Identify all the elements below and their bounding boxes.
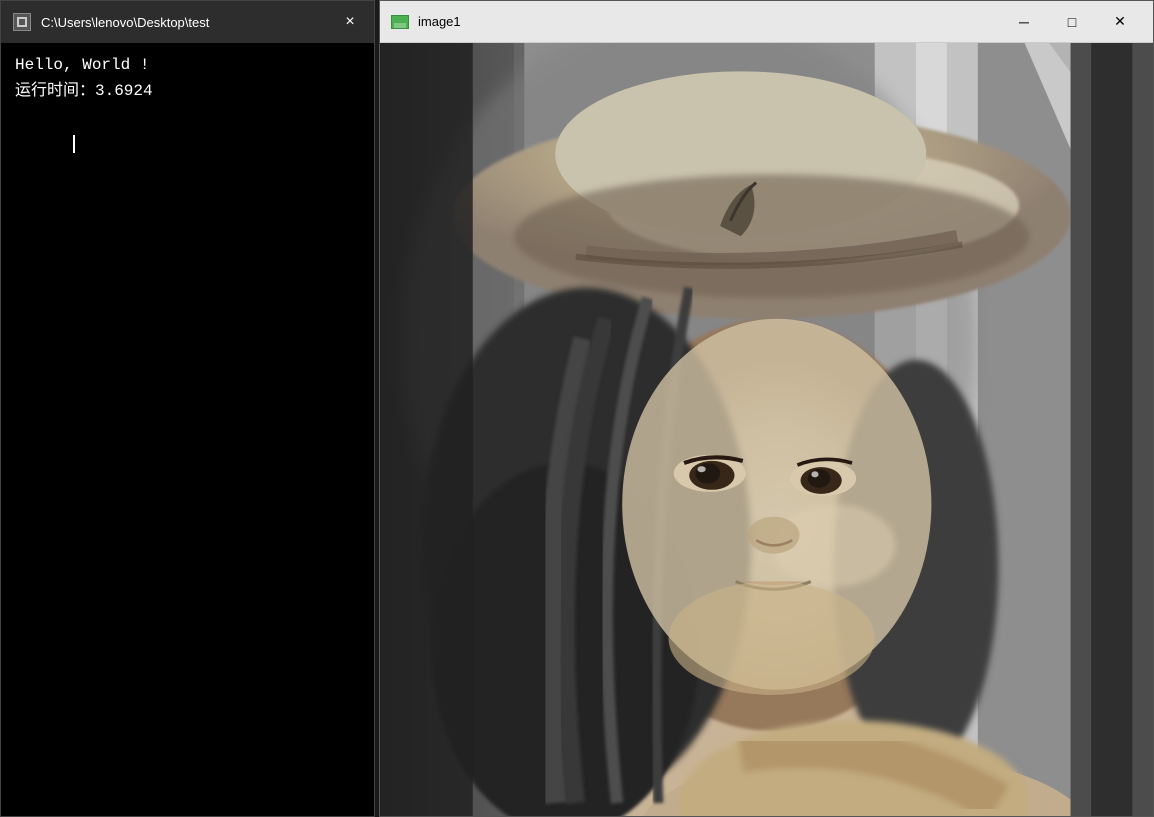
- terminal-line-2: 运行时间：3.6924: [15, 79, 360, 105]
- lena-image: [380, 43, 1153, 816]
- image-viewer-window: image1 ─ □ ✕: [379, 0, 1154, 817]
- terminal-cursor: [73, 135, 75, 153]
- terminal-title: C:\Users\lenovo\Desktop\test: [41, 15, 328, 30]
- terminal-cursor-line: [15, 104, 360, 181]
- terminal-close-button[interactable]: ×: [336, 8, 364, 36]
- close-button[interactable]: ✕: [1097, 8, 1143, 36]
- image-title: image1: [418, 14, 993, 29]
- image-titlebar: image1 ─ □ ✕: [380, 1, 1153, 43]
- maximize-button[interactable]: □: [1049, 8, 1095, 36]
- terminal-icon: [11, 11, 33, 33]
- minimize-button[interactable]: ─: [1001, 8, 1047, 36]
- terminal-titlebar: C:\Users\lenovo\Desktop\test ×: [1, 1, 374, 43]
- terminal-window: C:\Users\lenovo\Desktop\test × Hello, Wo…: [0, 0, 375, 817]
- window-controls: ─ □ ✕: [1001, 8, 1143, 36]
- image-file-icon: [390, 12, 410, 32]
- terminal-body: Hello, World ! 运行时间：3.6924: [1, 43, 374, 816]
- terminal-line-1: Hello, World !: [15, 53, 360, 79]
- image-body: [380, 43, 1153, 816]
